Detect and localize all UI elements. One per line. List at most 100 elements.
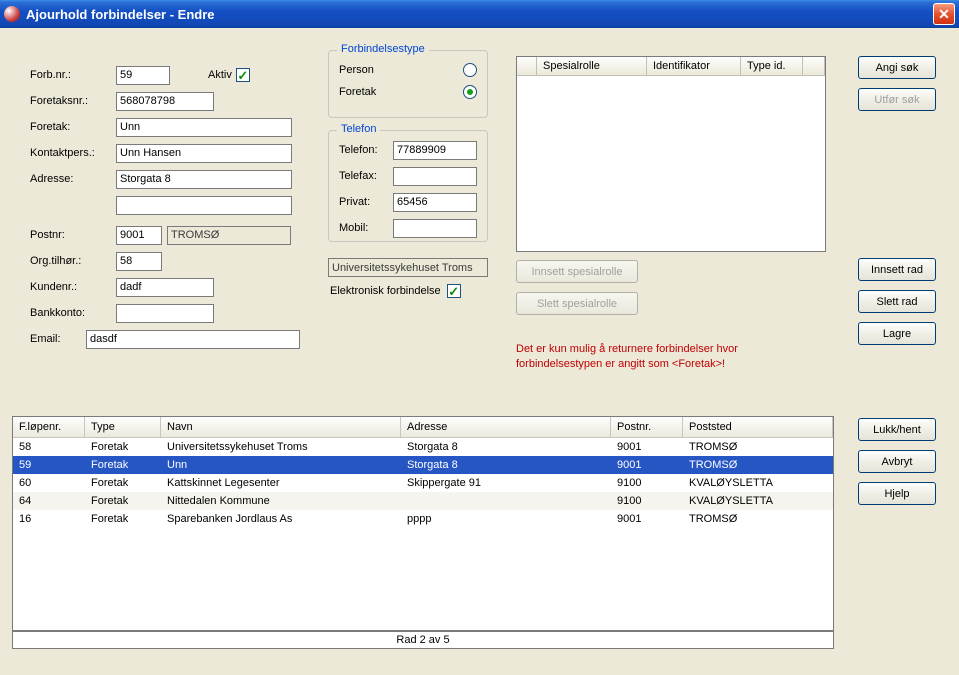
forbnr-input[interactable] (116, 66, 170, 85)
email-input[interactable] (86, 330, 300, 349)
cell: Kattskinnet Legesenter (161, 474, 401, 492)
cell: Storgata 8 (401, 456, 611, 474)
utforsok-button[interactable]: Utfør søk (858, 88, 936, 111)
adresse2-input[interactable] (116, 196, 292, 215)
label-kundenr: Kundenr.: (30, 281, 116, 293)
col-typeid[interactable]: Type id. (741, 57, 803, 75)
warning-text: Det er kun mulig å returnere forbindelse… (516, 342, 738, 372)
cell: Universitetssykehuset Troms (161, 438, 401, 456)
slett-spesialrolle-button[interactable]: Slett spesialrolle (516, 292, 638, 315)
lagre-button[interactable]: Lagre (858, 322, 936, 345)
col-identifikator[interactable]: Identifikator (647, 57, 741, 75)
cell: TROMSØ (683, 438, 833, 456)
radio-person[interactable] (463, 63, 477, 77)
innsettrad-button[interactable]: Innsett rad (858, 258, 936, 281)
telefon-group: Telefon Telefon: Telefax: Privat: Mobil: (328, 130, 488, 242)
warning-line2: forbindelsestypen er angitt som <Foretak… (516, 358, 725, 370)
label-postnr: Postnr: (30, 229, 116, 241)
innsett-spesialrolle-button[interactable]: Innsett spesialrolle (516, 260, 638, 283)
cell: 9100 (611, 474, 683, 492)
results-grid[interactable]: F.løpenr. Type Navn Adresse Postnr. Post… (12, 416, 834, 631)
cell: Storgata 8 (401, 438, 611, 456)
cell: 58 (13, 438, 85, 456)
elektronisk-checkbox[interactable]: ✓ (447, 284, 461, 298)
table-row[interactable]: 58ForetakUniversitetssykehuset TromsStor… (13, 438, 833, 456)
cell: Foretak (85, 456, 161, 474)
table-row[interactable]: 64ForetakNittedalen Kommune9100KVALØYSLE… (13, 492, 833, 510)
spesialrolle-grid[interactable]: Spesialrolle Identifikator Type id. (516, 56, 826, 252)
cell: 9001 (611, 510, 683, 528)
label-privat: Privat: (339, 196, 393, 208)
elektronisk-row: Elektronisk forbindelse ✓ (330, 284, 461, 298)
adresse-input[interactable] (116, 170, 292, 189)
cell: TROMSØ (683, 456, 833, 474)
cell: Sparebanken Jordlaus As (161, 510, 401, 528)
aktiv-checkbox[interactable]: ✓ (236, 68, 250, 82)
col-flopenr[interactable]: F.løpenr. (13, 417, 85, 438)
col-adresse[interactable]: Adresse (401, 417, 611, 438)
label-orgtilhor: Org.tilhør.: (30, 255, 116, 267)
cell: KVALØYSLETTA (683, 492, 833, 510)
close-icon[interactable]: ✕ (933, 3, 955, 25)
kontaktpers-input[interactable] (116, 144, 292, 163)
lukkhent-button[interactable]: Lukk/hent (858, 418, 936, 441)
hjelp-button[interactable]: Hjelp (858, 482, 936, 505)
kundenr-input[interactable] (116, 278, 214, 297)
app-icon (4, 6, 20, 22)
cell: Foretak (85, 492, 161, 510)
cell: 9001 (611, 438, 683, 456)
col-spesialrolle[interactable]: Spesialrolle (537, 57, 647, 75)
label-bankkonto: Bankkonto: (30, 307, 116, 319)
cell: Foretak (85, 510, 161, 528)
col-type[interactable]: Type (85, 417, 161, 438)
angisok-button[interactable]: Angi søk (858, 56, 936, 79)
cell: 16 (13, 510, 85, 528)
table-row[interactable]: 59ForetakUnnStorgata 89001TROMSØ (13, 456, 833, 474)
cell: 60 (13, 474, 85, 492)
mobil-input[interactable] (393, 219, 477, 238)
poststed-display (167, 226, 291, 245)
slettrad-button[interactable]: Slett rad (858, 290, 936, 313)
cell: TROMSØ (683, 510, 833, 528)
radio-foretak[interactable] (463, 85, 477, 99)
telefax-input[interactable] (393, 167, 477, 186)
telefon-input[interactable] (393, 141, 477, 160)
foretak-input[interactable] (116, 118, 292, 137)
radio-person-label: Person (339, 64, 374, 76)
table-row[interactable]: 60ForetakKattskinnet LegesenterSkipperga… (13, 474, 833, 492)
foretaksnr-input[interactable] (116, 92, 214, 111)
cell (401, 492, 611, 510)
cell: pppp (401, 510, 611, 528)
grid-status: Rad 2 av 5 (12, 631, 834, 649)
col-postnr[interactable]: Postnr. (611, 417, 683, 438)
orgtilhor-input[interactable] (116, 252, 162, 271)
col-navn[interactable]: Navn (161, 417, 401, 438)
radio-foretak-label: Foretak (339, 86, 376, 98)
spesialrolle-header: Spesialrolle Identifikator Type id. (517, 57, 825, 76)
label-email: Email: (30, 333, 86, 345)
cell: 9001 (611, 456, 683, 474)
orgtilhor-name-display (328, 258, 488, 277)
table-row[interactable]: 16ForetakSparebanken Jordlaus Aspppp9001… (13, 510, 833, 528)
telefon-legend: Telefon (337, 123, 380, 135)
forbindelsestype-group: Forbindelsestype Person Foretak (328, 50, 488, 118)
label-adresse: Adresse: (30, 173, 116, 185)
cell: KVALØYSLETTA (683, 474, 833, 492)
cell: Nittedalen Kommune (161, 492, 401, 510)
label-telefax: Telefax: (339, 170, 393, 182)
cell: Unn (161, 456, 401, 474)
grid-header: F.løpenr. Type Navn Adresse Postnr. Post… (13, 417, 833, 438)
form-left-column: Forb.nr.: Aktiv ✓ Foretaksnr.: Foretak: … (30, 64, 300, 354)
avbryt-button[interactable]: Avbryt (858, 450, 936, 473)
col-poststed[interactable]: Poststed (683, 417, 833, 438)
bankkonto-input[interactable] (116, 304, 214, 323)
titlebar: Ajourhold forbindelser - Endre ✕ (0, 0, 959, 28)
cell: 59 (13, 456, 85, 474)
warning-line1: Det er kun mulig å returnere forbindelse… (516, 343, 738, 355)
privat-input[interactable] (393, 193, 477, 212)
postnr-input[interactable] (116, 226, 162, 245)
label-mobil: Mobil: (339, 222, 393, 234)
label-kontaktpers: Kontaktpers.: (30, 147, 116, 159)
cell: 64 (13, 492, 85, 510)
cell: Foretak (85, 474, 161, 492)
